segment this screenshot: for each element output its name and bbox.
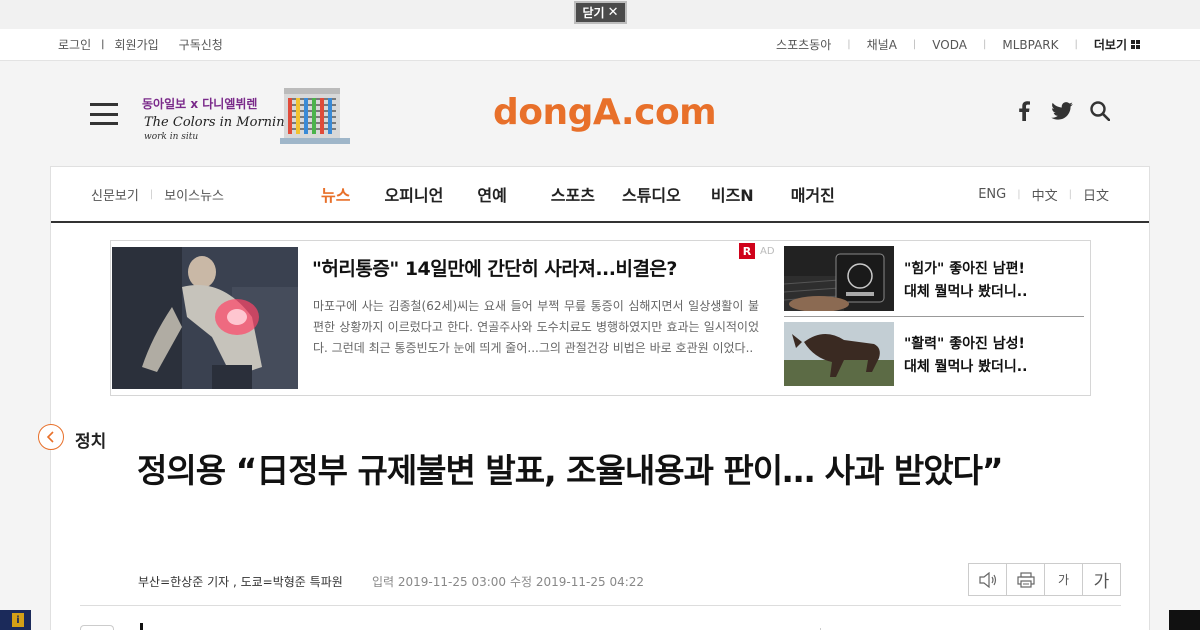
body-frame-edge	[80, 625, 114, 630]
nav-opinion[interactable]: 오피니언	[384, 182, 443, 206]
section-label[interactable]: 정치	[75, 427, 106, 452]
nav-sports[interactable]: 스포츠	[551, 182, 595, 206]
article-title: 정의용 “日정부 규제불변 발표, 조율내용과 판이… 사과 받았다”	[137, 451, 1004, 490]
info-icon: i	[12, 613, 24, 627]
printer-icon	[1016, 571, 1035, 588]
site-logo[interactable]: dongA.com	[493, 92, 717, 133]
language-links: ENG | 中文 | 日文	[978, 185, 1109, 204]
close-label: 닫기	[582, 6, 605, 20]
banner-line1: 동아일보 x 다니엘뷔렌	[142, 97, 258, 111]
twitter-icon[interactable]	[1050, 99, 1074, 123]
lang-japanese[interactable]: 日文	[1083, 185, 1109, 204]
lang-eng[interactable]: ENG	[978, 187, 1006, 202]
divider	[784, 316, 1084, 317]
more-label: 더보기	[1093, 38, 1127, 52]
banner-line3: work in situ	[144, 132, 199, 142]
input-date: 입력 2019-11-25 03:00	[372, 575, 507, 589]
channela-link[interactable]: 채널A	[851, 36, 913, 53]
speaker-icon	[978, 571, 996, 588]
font-decrease-button[interactable]: 가	[1045, 564, 1083, 595]
modified-date: 수정 2019-11-25 04:22	[510, 575, 645, 589]
ad-photo-horse[interactable]	[784, 322, 894, 386]
corner-widget-left[interactable]: i	[0, 610, 31, 630]
more-button[interactable]: 더보기	[1078, 36, 1140, 53]
listen-button[interactable]	[969, 564, 1007, 595]
grid-icon	[1131, 40, 1140, 49]
utility-bar: 로그인 | 회원가입 구독신청 스포츠동아 | 채널A | VODA | MLB…	[0, 29, 1200, 61]
main-container: 신문보기 | 보이스뉴스 뉴스 오피니언 연예 스포츠 스튜디오 비즈N 매거진…	[38, 166, 1150, 630]
advertisement[interactable]: "허리통증" 14일만에 간단히 사라져...비결은? 마포구에 사는 김종철(…	[110, 240, 1091, 396]
font-increase-button[interactable]: 가	[1083, 564, 1120, 595]
close-button[interactable]: 닫기 ✕	[574, 1, 627, 24]
menu-icon[interactable]	[90, 103, 118, 125]
ad-side-headline-2[interactable]: "활력" 좋아진 남성! 대체 뭘먹나 봤더니..	[904, 333, 1027, 379]
article-toolbar: 가 가	[968, 563, 1121, 596]
family-site-links: 스포츠동아 | 채널A | VODA | MLBPARK | 더보기	[760, 29, 1140, 60]
ad-headline[interactable]: "허리통증" 14일만에 간단히 사라져...비결은?	[312, 254, 677, 281]
voice-news-link[interactable]: 보이스뉴스	[164, 185, 224, 204]
building-illustration	[280, 88, 350, 144]
top-close-strip: 닫기 ✕	[0, 0, 1200, 29]
gnb-main-menu: 뉴스 오피니언 연예 스포츠 스튜디오 비즈N 매거진	[321, 167, 835, 221]
mlbpark-link[interactable]: MLBPARK	[986, 38, 1074, 52]
body-text-start	[140, 623, 143, 630]
sportsdonga-link[interactable]: 스포츠동아	[760, 36, 847, 53]
article-byline: 부산=한상준 기자 , 도쿄=박형준 특파원	[138, 575, 343, 589]
ad-photo-supplement[interactable]	[784, 246, 894, 311]
close-icon: ✕	[607, 5, 619, 20]
print-button[interactable]	[1007, 564, 1045, 595]
facebook-icon[interactable]	[1012, 99, 1036, 123]
chevron-left-icon	[46, 431, 54, 443]
corner-widget-right[interactable]	[1169, 610, 1200, 630]
event-banner[interactable]: 동아일보 x 다니엘뷔렌 The Colors in Morning Calm …	[142, 82, 354, 146]
gnb-left-links: 신문보기 | 보이스뉴스	[91, 167, 224, 221]
ad-side-headline-1[interactable]: "힘가" 좋아진 남편! 대체 뭘먹나 봤더니..	[904, 258, 1027, 304]
divider: |	[101, 39, 105, 50]
subscribe-link[interactable]: 구독신청	[179, 36, 223, 53]
voda-link[interactable]: VODA	[916, 38, 983, 52]
signup-link[interactable]: 회원가입	[115, 36, 159, 53]
divider	[80, 605, 1121, 606]
ad-badge: R	[739, 243, 755, 259]
search-icon[interactable]	[1088, 99, 1112, 123]
header-actions	[1012, 99, 1112, 123]
login-link[interactable]: 로그인	[58, 36, 91, 53]
back-button[interactable]	[38, 424, 64, 450]
lang-chinese[interactable]: 中文	[1032, 185, 1058, 204]
newspaper-view-link[interactable]: 신문보기	[91, 185, 139, 204]
ad-body-text[interactable]: 마포구에 사는 김종철(62세)씨는 요새 들어 부쩍 무릎 통증이 심해지면서…	[313, 296, 759, 359]
member-links: 로그인 | 회원가입 구독신청	[58, 29, 223, 60]
nav-magazine[interactable]: 매거진	[791, 182, 835, 206]
nav-studio[interactable]: 스튜디오	[622, 182, 681, 206]
nav-news[interactable]: 뉴스	[321, 182, 350, 206]
ad-label: AD	[760, 246, 775, 257]
nav-entertainment[interactable]: 연예	[477, 182, 506, 206]
ad-photo-back-pain[interactable]	[112, 247, 298, 389]
global-nav: 신문보기 | 보이스뉴스 뉴스 오피니언 연예 스포츠 스튜디오 비즈N 매거진…	[51, 167, 1149, 223]
nav-bizn[interactable]: 비즈N	[711, 182, 754, 206]
